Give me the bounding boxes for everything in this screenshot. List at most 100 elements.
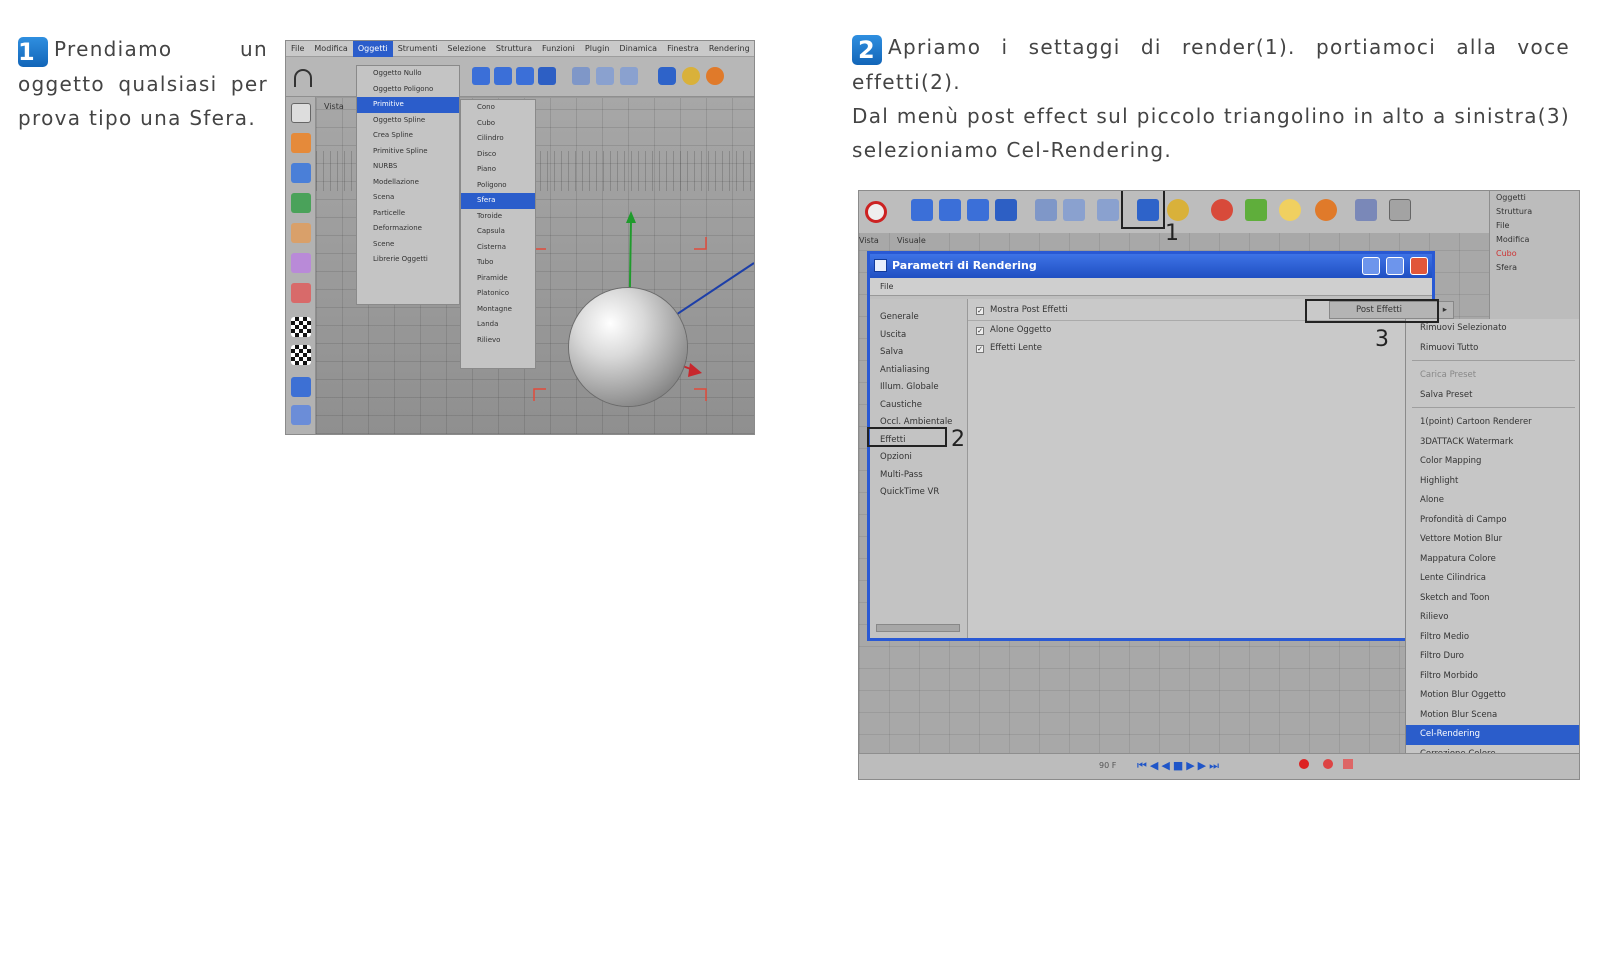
dialog-title: Parametri di Rendering	[892, 259, 1037, 272]
tab-visuale[interactable]: Visuale	[897, 235, 926, 247]
minimize-icon[interactable]	[1362, 257, 1380, 275]
effect-row[interactable]: ✓ Alone Oggetto	[968, 321, 1432, 339]
menu-item[interactable]: Profondità di Campo	[1406, 511, 1579, 531]
menu-modifica[interactable]: Modifica	[1490, 233, 1579, 247]
menu-item[interactable]: Filtro Medio	[1406, 628, 1579, 648]
menu-item[interactable]: Cono	[461, 100, 535, 116]
menu-item[interactable]: Piramide	[461, 271, 535, 287]
checkbox-icon[interactable]: ✓	[976, 345, 984, 353]
object-sfera[interactable]: Sfera	[1490, 261, 1579, 275]
move-y-icon[interactable]	[939, 199, 961, 221]
menu-item[interactable]: Rilievo	[461, 333, 535, 349]
menu-item[interactable]: Toroide	[461, 209, 535, 225]
render-view-icon[interactable]	[1035, 199, 1057, 221]
maximize-icon[interactable]	[1386, 257, 1404, 275]
menu-item[interactable]: Cubo	[461, 116, 535, 132]
menu-item[interactable]: Platonico	[461, 286, 535, 302]
dialog-menu-file[interactable]: File	[880, 282, 893, 291]
section-item[interactable]: Caustiche	[870, 397, 967, 415]
menu-item[interactable]: Particelle	[357, 206, 459, 222]
menu-item[interactable]: 3DATTACK Watermark	[1406, 433, 1579, 453]
menu-item[interactable]: 1(point) Cartoon Renderer	[1406, 413, 1579, 433]
menu-item-cel-rendering[interactable]: Cel-Rendering	[1406, 725, 1579, 745]
section-item[interactable]: Illum. Globale	[870, 379, 967, 397]
scene-icon[interactable]	[1245, 199, 1267, 221]
menu-item[interactable]: Piano	[461, 162, 535, 178]
step-2-text-block: 2 Apriamo i settaggi di render(1). portia…	[852, 30, 1570, 167]
dialog-titlebar[interactable]: Parametri di Rendering	[870, 254, 1432, 278]
tab-vista[interactable]: Vista	[859, 235, 879, 247]
material-icon[interactable]	[1315, 199, 1337, 221]
menu-item[interactable]: Filtro Duro	[1406, 647, 1579, 667]
menu-item[interactable]: Primitive Spline	[357, 144, 459, 160]
menu-item[interactable]: Mappatura Colore	[1406, 550, 1579, 570]
tab-struttura[interactable]: Struttura	[1490, 205, 1579, 219]
menu-item[interactable]: Deformazione	[357, 221, 459, 237]
menu-item[interactable]: Motion Blur Scena	[1406, 706, 1579, 726]
deformer-icon[interactable]	[1211, 199, 1233, 221]
undo-icon[interactable]	[865, 201, 887, 223]
menu-item[interactable]: Vettore Motion Blur	[1406, 530, 1579, 550]
menu-item[interactable]: Rilievo	[1406, 608, 1579, 628]
move-z-icon[interactable]	[967, 199, 989, 221]
y-axis-arrow	[626, 211, 636, 223]
window-icon	[874, 259, 887, 272]
menu-item[interactable]: Tubo	[461, 255, 535, 271]
menu-item[interactable]: Rimuovi Tutto	[1406, 339, 1579, 359]
menu-item-primitive[interactable]: Primitive	[357, 97, 459, 113]
keyframe-icon[interactable]	[1323, 759, 1333, 769]
spline-icon[interactable]	[1167, 199, 1189, 221]
menu-item[interactable]: Librerie Oggetti	[357, 252, 459, 268]
checkbox-icon[interactable]: ✓	[976, 307, 984, 315]
layout-icon[interactable]	[1389, 199, 1411, 221]
menu-item[interactable]: Montagne	[461, 302, 535, 318]
menu-item[interactable]: Filtro Morbido	[1406, 667, 1579, 687]
checkbox-icon[interactable]: ✓	[976, 327, 984, 335]
section-item[interactable]: Generale	[870, 309, 967, 327]
move-x-icon[interactable]	[911, 199, 933, 221]
section-item[interactable]: QuickTime VR	[870, 484, 967, 502]
effect-row[interactable]: ✓ Effetti Lente	[968, 339, 1432, 357]
playback-controls-icon[interactable]: ⏮◀◀■▶▶⏭	[1137, 759, 1222, 773]
menu-item[interactable]: Alone	[1406, 491, 1579, 511]
menu-item[interactable]: Lente Cilindrica	[1406, 569, 1579, 589]
sphere-object[interactable]	[569, 288, 687, 406]
menu-item[interactable]: NURBS	[357, 159, 459, 175]
menu-item[interactable]: Highlight	[1406, 472, 1579, 492]
horizontal-scrollbar[interactable]	[876, 624, 960, 632]
section-item[interactable]: Uscita	[870, 327, 967, 345]
tab-oggetti[interactable]: Oggetti	[1490, 191, 1579, 205]
menu-item[interactable]: Landa	[461, 317, 535, 333]
menu-item[interactable]: Cilindro	[461, 131, 535, 147]
menu-item-sfera[interactable]: Sfera	[461, 193, 535, 209]
coordinate-icon[interactable]	[995, 199, 1017, 221]
help-icon[interactable]	[1355, 199, 1377, 221]
menu-file[interactable]: File	[1490, 219, 1579, 233]
menu-item[interactable]: Scene	[357, 237, 459, 253]
render-picture-icon[interactable]	[1063, 199, 1085, 221]
light-icon[interactable]	[1279, 199, 1301, 221]
menu-item[interactable]: Cisterna	[461, 240, 535, 256]
menu-item[interactable]: Color Mapping	[1406, 452, 1579, 472]
menu-item[interactable]: Motion Blur Oggetto	[1406, 686, 1579, 706]
menu-item[interactable]: Oggetto Spline	[357, 113, 459, 129]
menu-item[interactable]: Scena	[357, 190, 459, 206]
close-icon[interactable]	[1410, 257, 1428, 275]
keyframe-icon[interactable]	[1343, 759, 1353, 769]
menu-item[interactable]: Disco	[461, 147, 535, 163]
section-item[interactable]: Multi-Pass	[870, 467, 967, 485]
menu-item[interactable]: Crea Spline	[357, 128, 459, 144]
menu-item[interactable]: Sketch and Toon	[1406, 589, 1579, 609]
callout-number-2: 2	[951, 427, 965, 452]
menu-item[interactable]: Capsula	[461, 224, 535, 240]
section-item[interactable]: Antialiasing	[870, 362, 967, 380]
menu-item[interactable]: Oggetto Poligono	[357, 82, 459, 98]
menu-item[interactable]: Modellazione	[357, 175, 459, 191]
menu-item[interactable]: Poligono	[461, 178, 535, 194]
object-cubo[interactable]: Cubo	[1490, 247, 1579, 261]
menu-item[interactable]: Oggetto Nullo	[357, 66, 459, 82]
menu-item[interactable]: Salva Preset	[1406, 386, 1579, 406]
record-icon[interactable]	[1299, 759, 1309, 769]
render-settings-icon[interactable]	[1097, 199, 1119, 221]
section-item[interactable]: Salva	[870, 344, 967, 362]
